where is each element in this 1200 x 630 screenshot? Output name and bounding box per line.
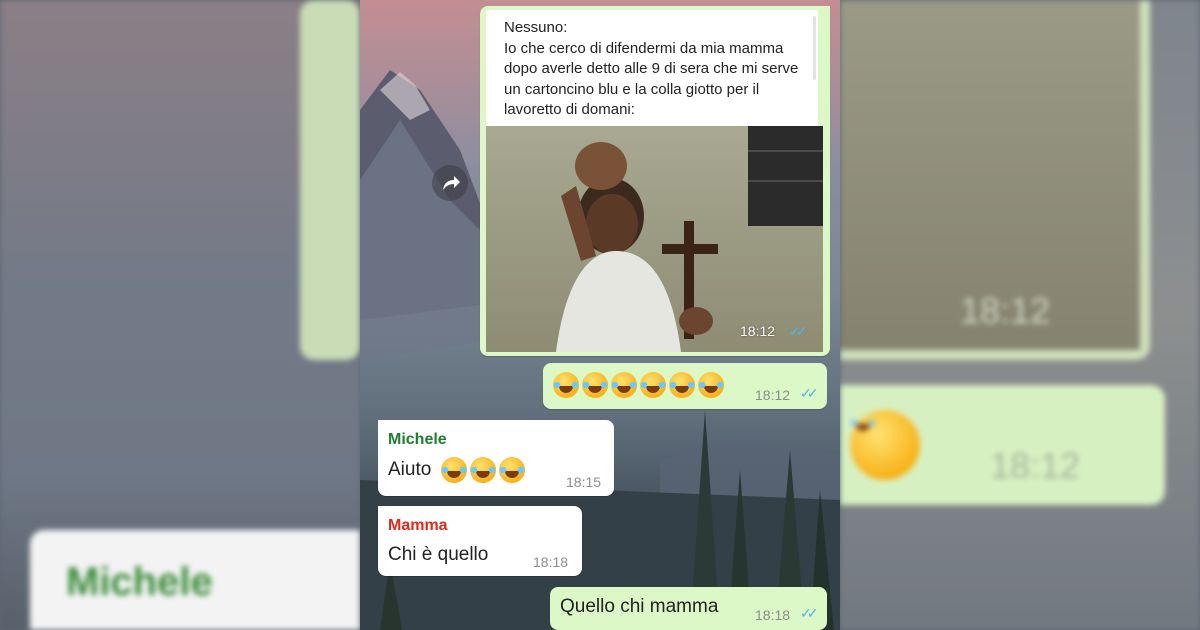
tears-of-joy-emoji: [669, 372, 695, 398]
sender-name: Michele: [388, 431, 447, 448]
emoji-row: [553, 372, 727, 398]
meme-image[interactable]: 18:12 ✓✓: [486, 126, 823, 352]
chat-panel[interactable]: Nessuno: Io che cerco di difendermi da m…: [360, 0, 840, 630]
message-text: Quello chi mamma: [560, 596, 719, 617]
sender-name: Mamma: [388, 517, 448, 534]
tears-of-joy-emoji: [698, 372, 724, 398]
caption-line: Io che cerco di difendermi da mia mamma: [504, 39, 784, 57]
tears-of-joy-emoji: [553, 372, 579, 398]
tears-of-joy-emoji: [640, 372, 666, 398]
outgoing-message-bubble[interactable]: Quello chi mamma 18:18 ✓✓: [550, 587, 827, 630]
blurred-time-top: 18:12: [960, 290, 1051, 331]
caption-scrollbar: [813, 16, 816, 80]
tears-of-joy-emoji: [611, 372, 637, 398]
blurred-sender-name: Michele: [66, 560, 213, 604]
meme-message-bubble[interactable]: Nessuno: Io che cerco di difendermi da m…: [480, 6, 830, 356]
meme-caption-card: Nessuno: Io che cerco di difendermi da m…: [486, 10, 818, 126]
blurred-outgoing-bubble: [300, 0, 360, 360]
meme-photo-illustration: [556, 126, 823, 352]
message-text-label: Aiuto: [388, 459, 432, 481]
message-text: Chi è quello: [388, 544, 489, 565]
double-check-icon: ✓✓: [800, 605, 819, 621]
double-check-icon: ✓✓: [800, 385, 819, 401]
forward-arrow-icon: [443, 176, 460, 190]
caption-line: un cartoncino blu e la colla giotto per …: [504, 80, 760, 98]
incoming-message-bubble[interactable]: Mamma Chi è quello 18:18: [378, 506, 582, 576]
caption-line: lavoretto di domani:: [504, 101, 635, 118]
meme-time: 18:12: [740, 323, 776, 339]
tears-of-joy-emoji: [582, 372, 608, 398]
message-time: 18:18: [533, 554, 569, 570]
caption-line: dopo averle detto alle 9 di sera che mi …: [504, 60, 799, 77]
emoji-message-bubble[interactable]: 18:12 ✓✓: [543, 363, 827, 409]
blurred-time-bottom: 18:12: [990, 445, 1081, 486]
forward-button[interactable]: [432, 165, 468, 201]
caption-line: Nessuno:: [504, 19, 568, 36]
blurred-tears-of-joy-emoji: [850, 410, 920, 480]
message-text: Aiuto: [388, 457, 528, 483]
blurred-background-left: Michele: [0, 0, 360, 630]
tears-of-joy-emoji: [440, 457, 467, 483]
blurred-background-right: 18:12 18:12: [840, 0, 1200, 630]
tears-of-joy-emoji: [469, 457, 496, 483]
double-check-icon: ✓✓: [789, 323, 808, 339]
meme-caption: Nessuno: Io che cerco di difendermi da m…: [486, 10, 818, 121]
incoming-message-bubble[interactable]: Michele Aiuto 18:15: [378, 420, 614, 496]
message-time: 18:12: [755, 387, 791, 403]
message-time: 18:15: [566, 474, 602, 490]
message-time: 18:18: [755, 607, 791, 623]
tears-of-joy-emoji: [498, 457, 525, 483]
